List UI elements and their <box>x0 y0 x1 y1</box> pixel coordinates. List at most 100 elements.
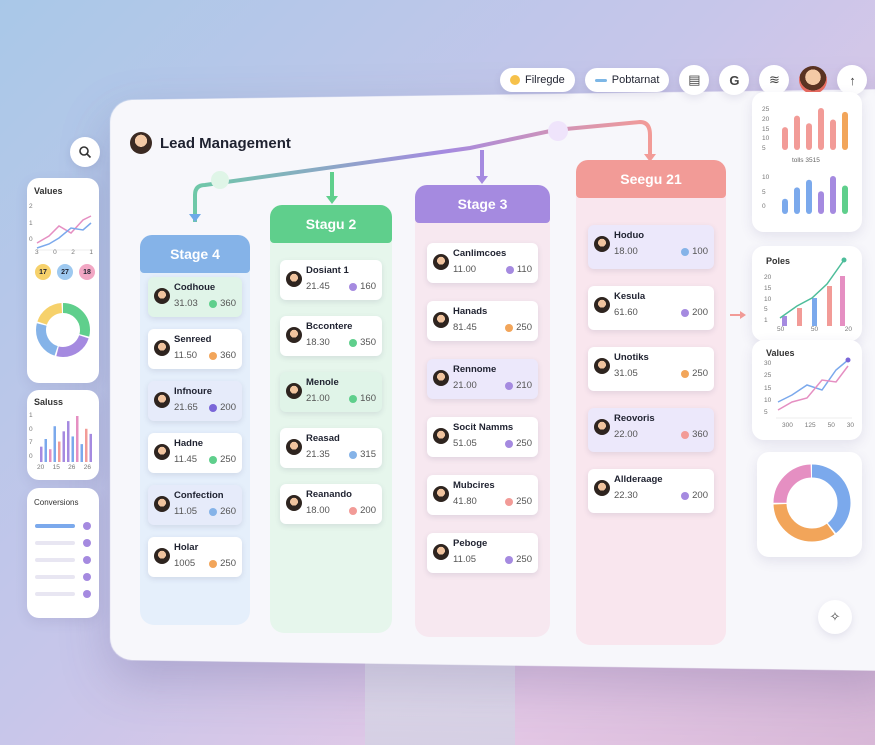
lead-card[interactable]: Socit Namms 51.05 250 <box>427 417 538 457</box>
check-icon <box>83 590 91 598</box>
lead-avatar <box>594 480 610 496</box>
lead-meta: 1005 250 <box>174 558 236 569</box>
top-bar <box>794 115 800 150</box>
value-icon <box>681 430 690 439</box>
sales-bar <box>40 446 43 462</box>
sales-bar <box>71 436 74 462</box>
lead-card[interactable]: Canlimcoes 11.00 110 <box>427 243 538 283</box>
lead-number: 21.45 <box>306 281 330 292</box>
lead-value: 160 <box>349 281 376 292</box>
lead-value-text: 350 <box>360 337 376 348</box>
value-icon <box>209 559 218 568</box>
axis-tick: 30 <box>764 360 772 367</box>
pin-button[interactable]: ✧ <box>818 600 852 634</box>
axis-tick: 5 <box>764 409 768 416</box>
value-icon <box>681 308 690 317</box>
lead-name: Reanando <box>306 489 352 500</box>
check-icon <box>83 573 91 581</box>
pin-icon: ✧ <box>829 609 841 624</box>
check-icon <box>83 539 91 547</box>
lead-value-text: 250 <box>220 454 236 465</box>
lead-value-text: 210 <box>516 380 532 391</box>
lead-meta: 31.05 250 <box>614 368 708 379</box>
lead-meta: 11.05 250 <box>453 554 532 565</box>
conversion-row <box>35 556 91 564</box>
check-icon <box>83 522 91 530</box>
lead-number: 21.35 <box>306 449 330 460</box>
stage-header[interactable]: Seegu 21 <box>576 160 726 198</box>
stage-header[interactable]: Stage 3 <box>415 185 550 223</box>
value-icon <box>505 555 514 564</box>
axis-tick: 26 <box>83 464 91 471</box>
lead-name: Reasad <box>306 433 340 444</box>
axis-tick: 15 <box>764 384 772 392</box>
lead-card[interactable]: Allderaage 22.30 200 <box>588 469 714 513</box>
axis-tick: 1 <box>29 412 33 419</box>
lead-number: 11.45 <box>174 454 198 465</box>
lead-name: Peboge <box>453 538 488 549</box>
axis-tick: 26 <box>68 464 76 471</box>
conversion-row <box>35 522 91 530</box>
lead-card[interactable]: Reasad 21.35 315 <box>280 428 382 468</box>
lead-card[interactable]: Reanando 18.00 200 <box>280 484 382 524</box>
lead-number: 61.60 <box>614 307 638 318</box>
lead-card[interactable]: Holar 1005 250 <box>148 537 242 577</box>
lead-value: 200 <box>681 307 708 318</box>
lead-number: 1005 <box>174 558 196 569</box>
sales-bar <box>80 444 83 462</box>
sales-bar-chart <box>40 416 92 462</box>
lead-name: Unotiks <box>614 352 649 363</box>
conversion-bar <box>35 575 75 579</box>
lead-number: 81.45 <box>453 322 477 333</box>
lead-name: Dosiant 1 <box>306 265 349 276</box>
lead-value: 360 <box>681 429 708 440</box>
axis-tick: 5 <box>762 188 766 196</box>
lead-card[interactable]: Peboge 11.05 250 <box>427 533 538 573</box>
lead-number: 51.05 <box>453 438 477 449</box>
lead-card[interactable]: Codhoue 31.03 360 <box>148 277 242 317</box>
lead-name: Senreed <box>174 334 212 345</box>
lead-card[interactable]: Hanads 81.45 250 <box>427 301 538 341</box>
lead-value: 160 <box>349 393 376 404</box>
axis-tick: 0 <box>53 249 57 256</box>
conversion-row <box>35 539 91 547</box>
lead-card[interactable]: Hoduo 18.00 100 <box>588 225 714 269</box>
lead-card[interactable]: Mubcires 41.80 250 <box>427 475 538 515</box>
lead-meta: 11.00 110 <box>453 264 532 275</box>
axis-tick: 2 <box>71 249 75 256</box>
lead-card[interactable]: Confection 11.05 260 <box>148 485 242 525</box>
lead-name: Socit Namms <box>453 422 514 433</box>
top-bar <box>806 123 812 150</box>
lead-name: Rennome <box>453 364 497 375</box>
axis-tick: 30 <box>846 422 854 429</box>
lead-number: 11.00 <box>453 264 477 275</box>
lead-card[interactable]: Unotiks 31.05 250 <box>588 347 714 391</box>
lead-name: Hoduo <box>614 230 645 241</box>
bottom-bar <box>818 191 824 214</box>
stage-header[interactable]: Stagu 2 <box>270 205 392 243</box>
lead-card[interactable]: Rennome 21.00 210 <box>427 359 538 399</box>
sales-bar <box>62 431 65 462</box>
stage-header[interactable]: Stage 4 <box>140 235 250 273</box>
value-icon <box>209 507 218 516</box>
lead-card[interactable]: Infnoure 21.65 200 <box>148 381 242 421</box>
lead-value: 250 <box>505 554 532 565</box>
lead-card[interactable]: Hadne 11.45 250 <box>148 433 242 473</box>
lead-card[interactable]: Dosiant 1 21.45 160 <box>280 260 382 300</box>
conversion-row <box>35 590 91 598</box>
lead-avatar <box>433 544 449 560</box>
lead-card[interactable]: Menole 21.00 160 <box>280 372 382 412</box>
lead-card[interactable]: Senreed 11.50 360 <box>148 329 242 369</box>
lead-card[interactable]: Reovoris 22.00 360 <box>588 408 714 452</box>
lead-value: 250 <box>505 496 532 507</box>
axis-tick: 0 <box>29 425 33 433</box>
lead-meta: 21.35 315 <box>306 449 376 460</box>
lead-meta: 22.30 200 <box>614 490 708 501</box>
axis-tick: 10 <box>762 135 770 143</box>
sales-panel-title: Saluss <box>34 397 64 407</box>
lead-value-text: 200 <box>360 505 376 516</box>
lead-value-text: 160 <box>360 281 376 292</box>
lead-card[interactable]: Kesula 61.60 200 <box>588 286 714 330</box>
lead-meta: 18.00 200 <box>306 505 376 516</box>
lead-card[interactable]: Bccontere 18.30 350 <box>280 316 382 356</box>
